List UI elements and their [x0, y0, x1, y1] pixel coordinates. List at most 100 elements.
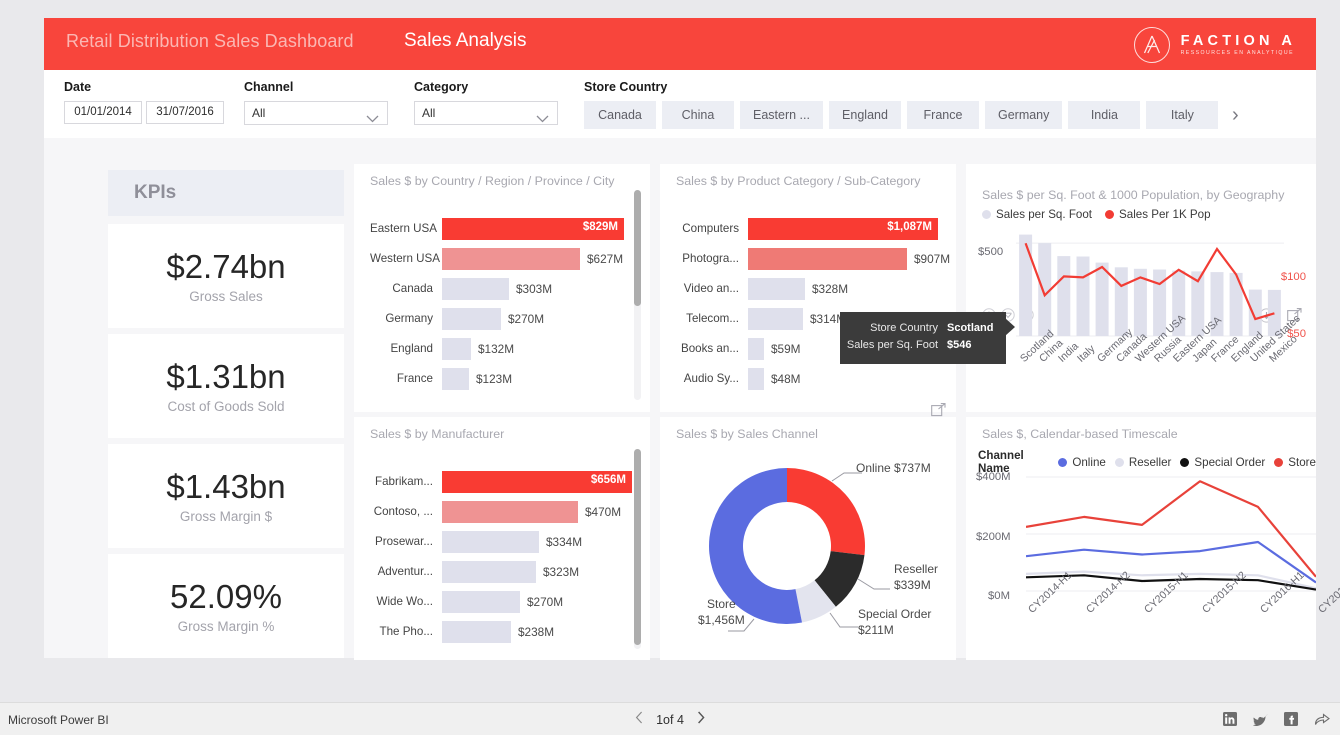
logo-wordmark: FACTION A: [1180, 33, 1296, 50]
bar-fill[interactable]: [442, 307, 501, 330]
bar-row[interactable]: Fabrikam... $656M: [370, 469, 632, 494]
channel-dropdown[interactable]: All: [244, 101, 388, 125]
bar-row[interactable]: Audio Sy... $48M: [676, 366, 950, 391]
kpi-section-header: KPIs: [108, 170, 344, 216]
geography-bar[interactable]: [1248, 289, 1262, 336]
bar-value-label: $323M: [543, 564, 580, 579]
chart-panel-geography: Sales $ per Sq. Foot & 1000 Population, …: [966, 164, 1316, 412]
legend-label-sq-foot: Sales per Sq. Foot: [996, 208, 1093, 221]
legend-geography: Sales per Sq. Foot Sales Per 1K Pop: [982, 208, 1211, 221]
timescale-line-store[interactable]: [1026, 480, 1316, 578]
bar-value-label: $270M: [527, 594, 564, 609]
store-country-chip-0[interactable]: Canada: [584, 101, 656, 129]
store-country-next-icon[interactable]: ›: [1224, 101, 1246, 129]
store-country-chip-4[interactable]: France: [906, 101, 979, 129]
bar-row[interactable]: Western USA $627M: [370, 246, 624, 271]
category-dropdown[interactable]: All: [414, 101, 558, 125]
dashboard-name[interactable]: Retail Distribution Sales Dashboard: [66, 31, 354, 52]
geography-bar[interactable]: [1019, 234, 1033, 336]
chevron-right-icon[interactable]: [697, 711, 705, 729]
store-country-chip-3[interactable]: England: [828, 101, 901, 129]
date-filter-label: Date: [64, 80, 92, 94]
bar-fill[interactable]: [442, 560, 536, 583]
legend-item[interactable]: Online: [1058, 456, 1106, 469]
legend-item[interactable]: Sales Per 1K Pop: [1105, 208, 1211, 221]
bar-row[interactable]: Video an... $328M: [676, 276, 950, 301]
kpi-value: $1.43bn: [166, 468, 286, 506]
chevron-down-icon: [366, 110, 379, 128]
linkedin-icon[interactable]: [1223, 712, 1237, 731]
bar-row[interactable]: Canada $303M: [370, 276, 624, 301]
bar-category-label: Adventur...: [377, 565, 433, 578]
scrollbar-thumb[interactable]: [634, 190, 641, 306]
scrollbar-manufacturer[interactable]: [634, 449, 641, 649]
date-filter: Date 01/01/2014 31/07/2016: [64, 80, 224, 124]
bar-fill[interactable]: [442, 620, 511, 643]
legend-label-reseller: Reseller: [1128, 455, 1172, 469]
kpi-card-2: $1.43bn Gross Margin $: [108, 444, 344, 548]
focus-mode-icon[interactable]: [931, 403, 946, 422]
legend-item[interactable]: Reseller: [1114, 455, 1172, 469]
store-country-chip-6[interactable]: India: [1068, 101, 1141, 129]
legend-item[interactable]: Special Order: [1180, 456, 1265, 469]
scrollbar-country[interactable]: [634, 190, 641, 400]
bar-fill[interactable]: [442, 247, 580, 270]
donut-slice-online[interactable]: [787, 468, 865, 556]
bar-track: [442, 620, 511, 643]
bar-track: [442, 277, 509, 300]
bar-fill[interactable]: [442, 590, 520, 613]
bar-row[interactable]: The Pho... $238M: [370, 619, 632, 644]
store-country-chip-7[interactable]: Italy: [1146, 101, 1219, 129]
date-to-input[interactable]: 31/07/2016: [146, 101, 224, 124]
bar-row[interactable]: Adventur... $323M: [370, 559, 632, 584]
channel-filter-label: Channel: [244, 80, 294, 94]
geography-bar[interactable]: [1057, 256, 1071, 336]
page-title: Sales Analysis: [404, 30, 527, 51]
bar-value-label: $132M: [478, 341, 515, 356]
share-icon[interactable]: [1314, 712, 1330, 731]
bar-fill[interactable]: [442, 367, 469, 390]
bar-row[interactable]: Prosewar... $334M: [370, 529, 632, 554]
bar-row[interactable]: Wide Wo... $270M: [370, 589, 632, 614]
bar-fill[interactable]: [748, 277, 805, 300]
tooltip-row: Sales per Sq. Foot $546: [840, 337, 995, 354]
legend-item[interactable]: Store: [1274, 456, 1316, 469]
bar-row[interactable]: France $123M: [370, 366, 624, 391]
facebook-icon[interactable]: [1284, 712, 1298, 731]
bar-row[interactable]: Computers $1,087M: [676, 216, 950, 241]
bar-row[interactable]: Contoso, ... $470M: [370, 499, 632, 524]
date-from-input[interactable]: 01/01/2014: [64, 101, 142, 124]
bar-fill[interactable]: [442, 530, 539, 553]
kpi-label: Gross Margin %: [177, 618, 275, 634]
bar-fill[interactable]: [442, 277, 509, 300]
bar-fill[interactable]: [442, 337, 471, 360]
bar-track: [442, 560, 536, 583]
geography-bar[interactable]: [1076, 256, 1090, 337]
bar-fill[interactable]: [748, 247, 907, 270]
legend-label-online: Online: [1072, 455, 1106, 469]
bar-fill[interactable]: [748, 307, 803, 330]
store-country-chip-2[interactable]: Eastern ...: [740, 101, 823, 129]
bar-fill[interactable]: [748, 367, 764, 390]
bar-row[interactable]: Photogra... $907M: [676, 246, 950, 271]
bar-fill[interactable]: [442, 500, 578, 523]
legend-item[interactable]: Sales per Sq. Foot: [982, 208, 1092, 221]
kpi-card-1: $1.31bn Cost of Goods Sold: [108, 334, 344, 438]
twitter-icon[interactable]: [1252, 712, 1268, 731]
y-axis-tick-400m: $400M: [976, 471, 1011, 483]
bar-row[interactable]: Germany $270M: [370, 306, 624, 331]
chart-panel-country: Sales $ by Country / Region / Province /…: [354, 164, 650, 412]
bar-row[interactable]: England $132M: [370, 336, 624, 361]
bar-fill[interactable]: [748, 337, 764, 360]
report-header: Retail Distribution Sales Dashboard Sale…: [44, 18, 1316, 70]
status-bar: Microsoft Power BI 1of 4: [0, 702, 1340, 735]
store-country-chip-5[interactable]: Germany: [984, 101, 1063, 129]
geography-bar[interactable]: [1095, 262, 1109, 336]
chart-title-country: Sales $ by Country / Region / Province /…: [370, 174, 615, 188]
chevron-left-icon[interactable]: [635, 711, 643, 729]
bar-row[interactable]: Eastern USA $829M: [370, 216, 624, 241]
scrollbar-thumb[interactable]: [634, 449, 641, 645]
store-country-chip-1[interactable]: China: [662, 101, 734, 129]
chart-title-sales-channel: Sales $ by Sales Channel: [676, 427, 818, 441]
legend-label-special-order: Special Order: [1194, 455, 1266, 469]
